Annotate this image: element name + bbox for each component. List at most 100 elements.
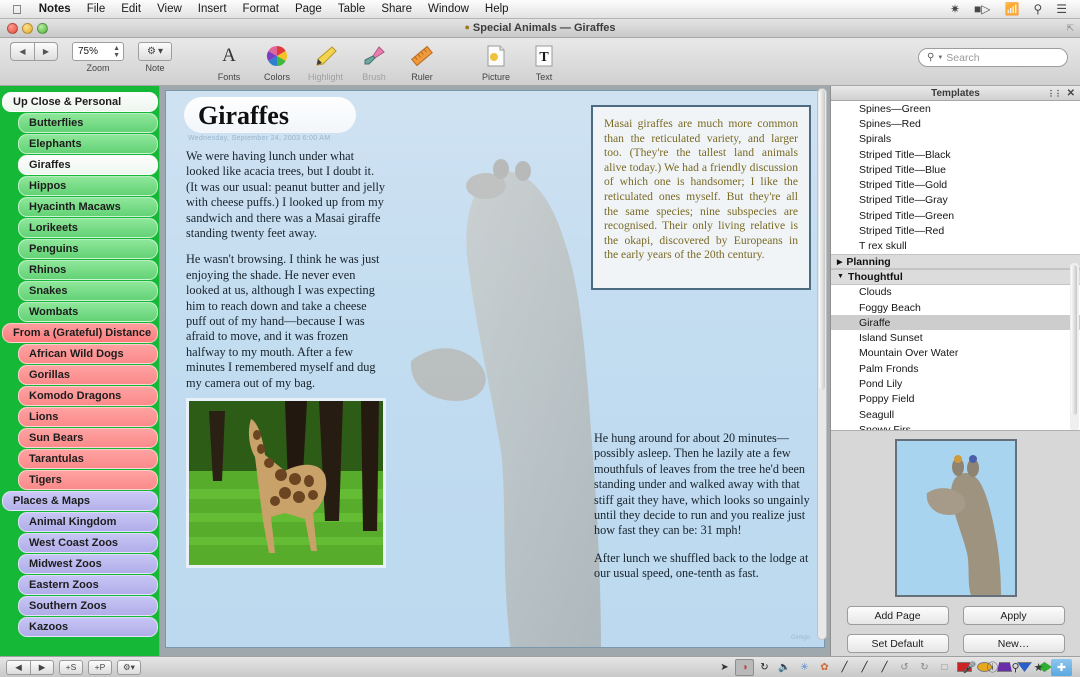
document-area[interactable]: Giraffes Wednesday, September 24, 2003 6… (160, 86, 830, 656)
template-row-snowy-firs[interactable]: Snowy Firs (831, 422, 1080, 430)
menu-item-insert[interactable]: Insert (190, 3, 235, 15)
undo-tool[interactable]: ↺ (895, 659, 914, 676)
line-tool-1[interactable]: ╱ (835, 659, 854, 676)
forward-button[interactable]: ▶ (34, 42, 58, 61)
template-preview[interactable]: Giraffe (894, 439, 1017, 597)
template-row-striped-title-green[interactable]: Striped Title—Green (831, 208, 1080, 223)
redo-tool[interactable]: ↻ (915, 659, 934, 676)
menu-item-view[interactable]: View (149, 3, 190, 15)
line-tool-3[interactable]: ╱ (875, 659, 894, 676)
zoom-stepper-icon[interactable]: ▲ ▼ (113, 45, 120, 59)
sidebar-item-eastern-zoos[interactable]: Eastern Zoos (18, 575, 158, 595)
ruler-icon[interactable] (405, 42, 439, 70)
sidebar-item-lorikeets[interactable]: Lorikeets (18, 218, 158, 238)
sidebar-section-up-close[interactable]: Up Close & Personal (2, 92, 158, 112)
next-page-button[interactable]: ▶ (30, 659, 54, 675)
text-box-icon[interactable]: T (527, 42, 561, 70)
sidebar-item-elephants[interactable]: Elephants (18, 134, 158, 154)
sidebar-section-places-maps[interactable]: Places & Maps (2, 491, 158, 511)
template-row-island-sunset[interactable]: Island Sunset (831, 330, 1080, 345)
spotlight-search-icon[interactable]: ⚲ (1026, 2, 1049, 16)
rotate-tool[interactable]: ↻ (755, 659, 774, 676)
square-tool[interactable]: □ (935, 659, 954, 676)
speaker-tool[interactable]: 🔈 (775, 659, 794, 676)
document-right-column[interactable]: He hung around for about 20 minutes—poss… (594, 431, 816, 594)
template-row-pond-lily[interactable]: Pond Lily (831, 376, 1080, 391)
template-row-striped-title-red[interactable]: Striped Title—Red (831, 223, 1080, 238)
sidebar-item-kazoos[interactable]: Kazoos (18, 617, 158, 637)
previous-page-button[interactable]: ◀ (6, 659, 30, 675)
battery-icon[interactable]: ■▷ (967, 2, 997, 16)
template-row-seagull[interactable]: Seagull (831, 407, 1080, 422)
add-section-button[interactable]: +S (59, 659, 83, 675)
sidebar-item-west-coast-zoos[interactable]: West Coast Zoos (18, 533, 158, 553)
close-x-icon[interactable]: ✕ (1067, 88, 1075, 99)
sidebar-item-butterflies[interactable]: Butterflies (18, 113, 158, 133)
sidebar-item-komodo-dragons[interactable]: Komodo Dragons (18, 386, 158, 406)
resize-handle-icon[interactable]: ⇱ (1066, 23, 1074, 34)
menu-item-help[interactable]: Help (477, 3, 517, 15)
menu-item-notes[interactable]: Notes (31, 3, 79, 15)
template-row-poppy-field[interactable]: Poppy Field (831, 392, 1080, 407)
sidebar-item-giraffes[interactable]: Giraffes (18, 155, 158, 175)
colors-wheel-icon[interactable] (260, 42, 294, 70)
arrow-select-tool[interactable]: ➤ (715, 659, 734, 676)
template-row-striped-title-gray[interactable]: Striped Title—Gray (831, 193, 1080, 208)
sidebar-item-hyacinth-macaws[interactable]: Hyacinth Macaws (18, 197, 158, 217)
note-action-button[interactable]: ⚙ ▾ (138, 42, 172, 61)
line-tool-2[interactable]: ╱ (855, 659, 874, 676)
sidebar-item-midwest-zoos[interactable]: Midwest Zoos (18, 554, 158, 574)
add-page-small-button[interactable]: +P (88, 659, 112, 675)
document-page[interactable]: Giraffes Wednesday, September 24, 2003 6… (165, 90, 825, 648)
menu-item-format[interactable]: Format (235, 3, 287, 15)
sidebar-item-penguins[interactable]: Penguins (18, 239, 158, 259)
menu-item-edit[interactable]: Edit (113, 3, 149, 15)
template-row-palm-fronds[interactable]: Palm Fronds (831, 361, 1080, 376)
template-row-spines-red[interactable]: Spines—Red (831, 116, 1080, 131)
microphone-icon[interactable]: 🎤 (959, 659, 980, 676)
giraffe-photo[interactable] (186, 398, 386, 568)
picture-icon[interactable] (479, 42, 513, 70)
color-wheel-tool[interactable]: ◑ (735, 658, 754, 676)
magnifier-icon[interactable]: ⚲ (1005, 659, 1026, 676)
apply-button[interactable]: Apply (962, 606, 1065, 625)
sidebar-item-gorillas[interactable]: Gorillas (18, 365, 158, 385)
back-button[interactable]: ◀ (10, 42, 34, 61)
template-row-clouds[interactable]: Clouds (831, 285, 1080, 300)
template-row-striped-title-gold[interactable]: Striped Title—Gold (831, 177, 1080, 192)
document-scrollbar-thumb[interactable] (819, 90, 825, 390)
sidebar-item-southern-zoos[interactable]: Southern Zoos (18, 596, 158, 616)
zoom-input[interactable]: 75% ▲ ▼ (72, 42, 124, 61)
sidebar-section-grateful-distance[interactable]: From a (Grateful) Distance (2, 323, 158, 343)
new-button[interactable]: New… (962, 634, 1065, 653)
add-page-button[interactable]: Add Page (846, 606, 949, 625)
set-default-button[interactable]: Set Default (846, 634, 949, 653)
sidebar-item-tigers[interactable]: Tigers (18, 470, 158, 490)
notes-sidebar[interactable]: Up Close & Personal Butterflies Elephant… (0, 86, 160, 656)
menu-list-icon[interactable]: ☰ (1049, 2, 1074, 16)
info-clock-icon[interactable]: ⓘ (982, 659, 1003, 676)
sidebar-item-rhinos[interactable]: Rhinos (18, 260, 158, 280)
paint-brush-icon[interactable] (357, 42, 391, 70)
menu-item-share[interactable]: Share (373, 3, 420, 15)
star-icon[interactable]: ★ (1028, 659, 1049, 676)
grip-dots-icon[interactable]: ⋮⋮ (1047, 89, 1062, 98)
template-row-mountain-over-water[interactable]: Mountain Over Water (831, 346, 1080, 361)
sidebar-item-hippos[interactable]: Hippos (18, 176, 158, 196)
sidebar-item-wombats[interactable]: Wombats (18, 302, 158, 322)
palette-tool[interactable]: ✿ (815, 659, 834, 676)
sidebar-item-tarantulas[interactable]: Tarantulas (18, 449, 158, 469)
wifi-icon[interactable]: 📶 (997, 2, 1026, 16)
templates-scrollbar-thumb[interactable] (1071, 265, 1077, 415)
template-row-foggy-beach[interactable]: Foggy Beach (831, 300, 1080, 315)
template-group-planning[interactable]: ▶ Planning (831, 253, 1080, 270)
menu-item-window[interactable]: Window (420, 3, 477, 15)
sidebar-item-snakes[interactable]: Snakes (18, 281, 158, 301)
action-gear-button[interactable]: ⚙▾ (117, 659, 141, 675)
sidebar-item-lions[interactable]: Lions (18, 407, 158, 427)
template-row-spirals[interactable]: Spirals (831, 132, 1080, 147)
sparkle-tool[interactable]: ✳ (795, 659, 814, 676)
template-row-striped-title-black[interactable]: Striped Title—Black (831, 147, 1080, 162)
menu-item-page[interactable]: Page (287, 3, 330, 15)
sidebar-item-african-wild-dogs[interactable]: African Wild Dogs (18, 344, 158, 364)
